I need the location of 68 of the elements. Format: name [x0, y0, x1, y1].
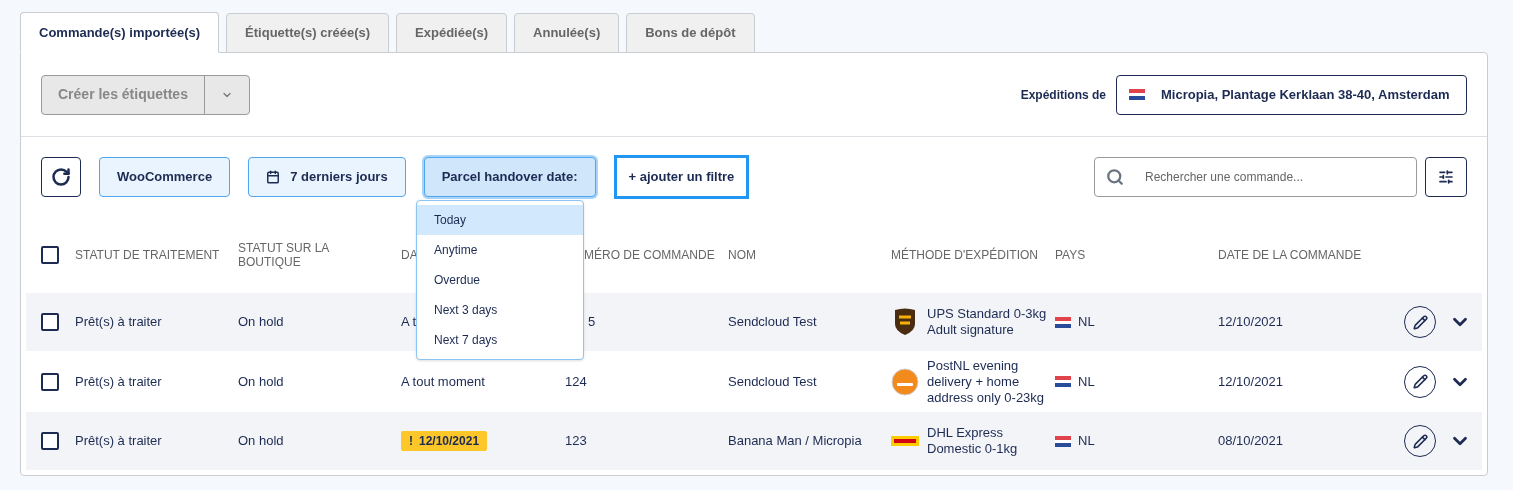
- tab[interactable]: Commande(s) importée(s): [20, 12, 220, 53]
- menu-item[interactable]: Today: [417, 205, 583, 235]
- flag-icon: [1055, 376, 1071, 387]
- table-cell: A tout moment: [401, 373, 485, 389]
- table-cell-text: Sendcloud Test: [728, 372, 818, 391]
- menu-item[interactable]: Next 3 days: [417, 295, 583, 325]
- table-cell-text: NL: [1078, 432, 1095, 451]
- checkbox[interactable]: [41, 432, 59, 450]
- pencil-icon: [1412, 374, 1428, 389]
- table-cell-text: On hold: [238, 432, 285, 451]
- shield-logo-icon: [893, 308, 917, 336]
- settings-button[interactable]: [1425, 157, 1467, 197]
- table-cell-text: Prêt(s) à traiter: [75, 372, 163, 391]
- column-header: DATE DE LA COMMANDE: [1218, 248, 1362, 262]
- table-cell-text: Sendcloud Test: [728, 313, 818, 332]
- checkbox[interactable]: [41, 313, 59, 331]
- table-cell-text: 123: [565, 432, 587, 451]
- menu-item[interactable]: Overdue: [417, 265, 583, 295]
- filter-chip[interactable]: 7 derniers jours: [248, 157, 406, 197]
- menu-item[interactable]: Anytime: [417, 235, 583, 265]
- search-icon: [1106, 168, 1124, 186]
- table-cell-text: 12/10/2021: [1218, 313, 1285, 332]
- table-cell-text: 08/10/2021: [1218, 432, 1285, 451]
- ship-from-label: Expéditions de: [1020, 86, 1106, 104]
- refresh-button[interactable]: [41, 157, 81, 197]
- flag-icon: [1055, 316, 1071, 328]
- tab[interactable]: Annulée(s): [514, 13, 620, 53]
- table-cell-text: DHL Express Domestic 0-1kg: [927, 425, 1019, 457]
- table-cell-text: 12/10/2021: [1218, 372, 1285, 391]
- filter-chip[interactable]: Parcel handover date:: [423, 157, 596, 197]
- column-header: NOM: [728, 248, 756, 262]
- table-cell-text: 124: [565, 372, 587, 391]
- tab[interactable]: Expédiée(s): [396, 13, 508, 53]
- column-header: STATUT SUR LA BOUTIQUE: [238, 241, 330, 269]
- flag-icon: [1129, 89, 1145, 100]
- table-cell-text: NL: [1078, 313, 1095, 332]
- tab[interactable]: Étiquette(s) créée(s): [226, 13, 390, 53]
- column-header: MÉTHODE D'EXPÉDITION: [891, 248, 1038, 262]
- table-cell-text: On hold: [238, 313, 285, 332]
- tab[interactable]: Bons de dépôt: [626, 13, 755, 53]
- column-header: STATUT DE TRAITEMENT: [75, 248, 220, 262]
- table-cell-text: Prêt(s) à traiter: [75, 432, 163, 451]
- table-cell-text: 5: [588, 313, 596, 332]
- menu-item[interactable]: Next 7 days: [417, 325, 583, 355]
- table-cell-text: Prêt(s) à traiter: [75, 313, 163, 332]
- checkbox[interactable]: [41, 372, 59, 391]
- table-cell-text: PostNL evening delivery + home address only 0-23kg: [927, 357, 1046, 406]
- settings-icon: [1438, 169, 1454, 185]
- add-filter-button[interactable]: + ajouter un filtre: [613, 155, 750, 199]
- circle-logo-icon: [891, 367, 919, 396]
- ship-from-select[interactable]: Micropia, Plantage Kerklaan 38-40, Amsterdam: [1116, 74, 1467, 115]
- column-header: MÉRO DE COMMANDE: [584, 248, 715, 262]
- table-cell: UPS Standard 0-3kg Adult signature: [927, 306, 1047, 338]
- table-cell-text: Banana Man / Micropia: [728, 432, 863, 451]
- search-field[interactable]: Rechercher une commande...: [1094, 157, 1417, 197]
- table-cell-text: On hold: [238, 372, 285, 391]
- checkbox[interactable]: [41, 246, 59, 264]
- pencil-icon: [1412, 433, 1428, 449]
- calendar-icon: [266, 170, 281, 184]
- table-cell-text: NL: [1078, 372, 1095, 391]
- column-header: PAYS: [1055, 248, 1086, 262]
- refresh-icon: [51, 167, 71, 187]
- warning-badge: ! 12/10/2021: [401, 431, 488, 451]
- table-cell: A t: [401, 314, 417, 330]
- flag-icon: [1055, 435, 1071, 447]
- pencil-icon: [1412, 314, 1428, 330]
- filter-chip[interactable]: WooCommerce: [99, 157, 231, 197]
- stripe-logo-icon: [891, 436, 919, 446]
